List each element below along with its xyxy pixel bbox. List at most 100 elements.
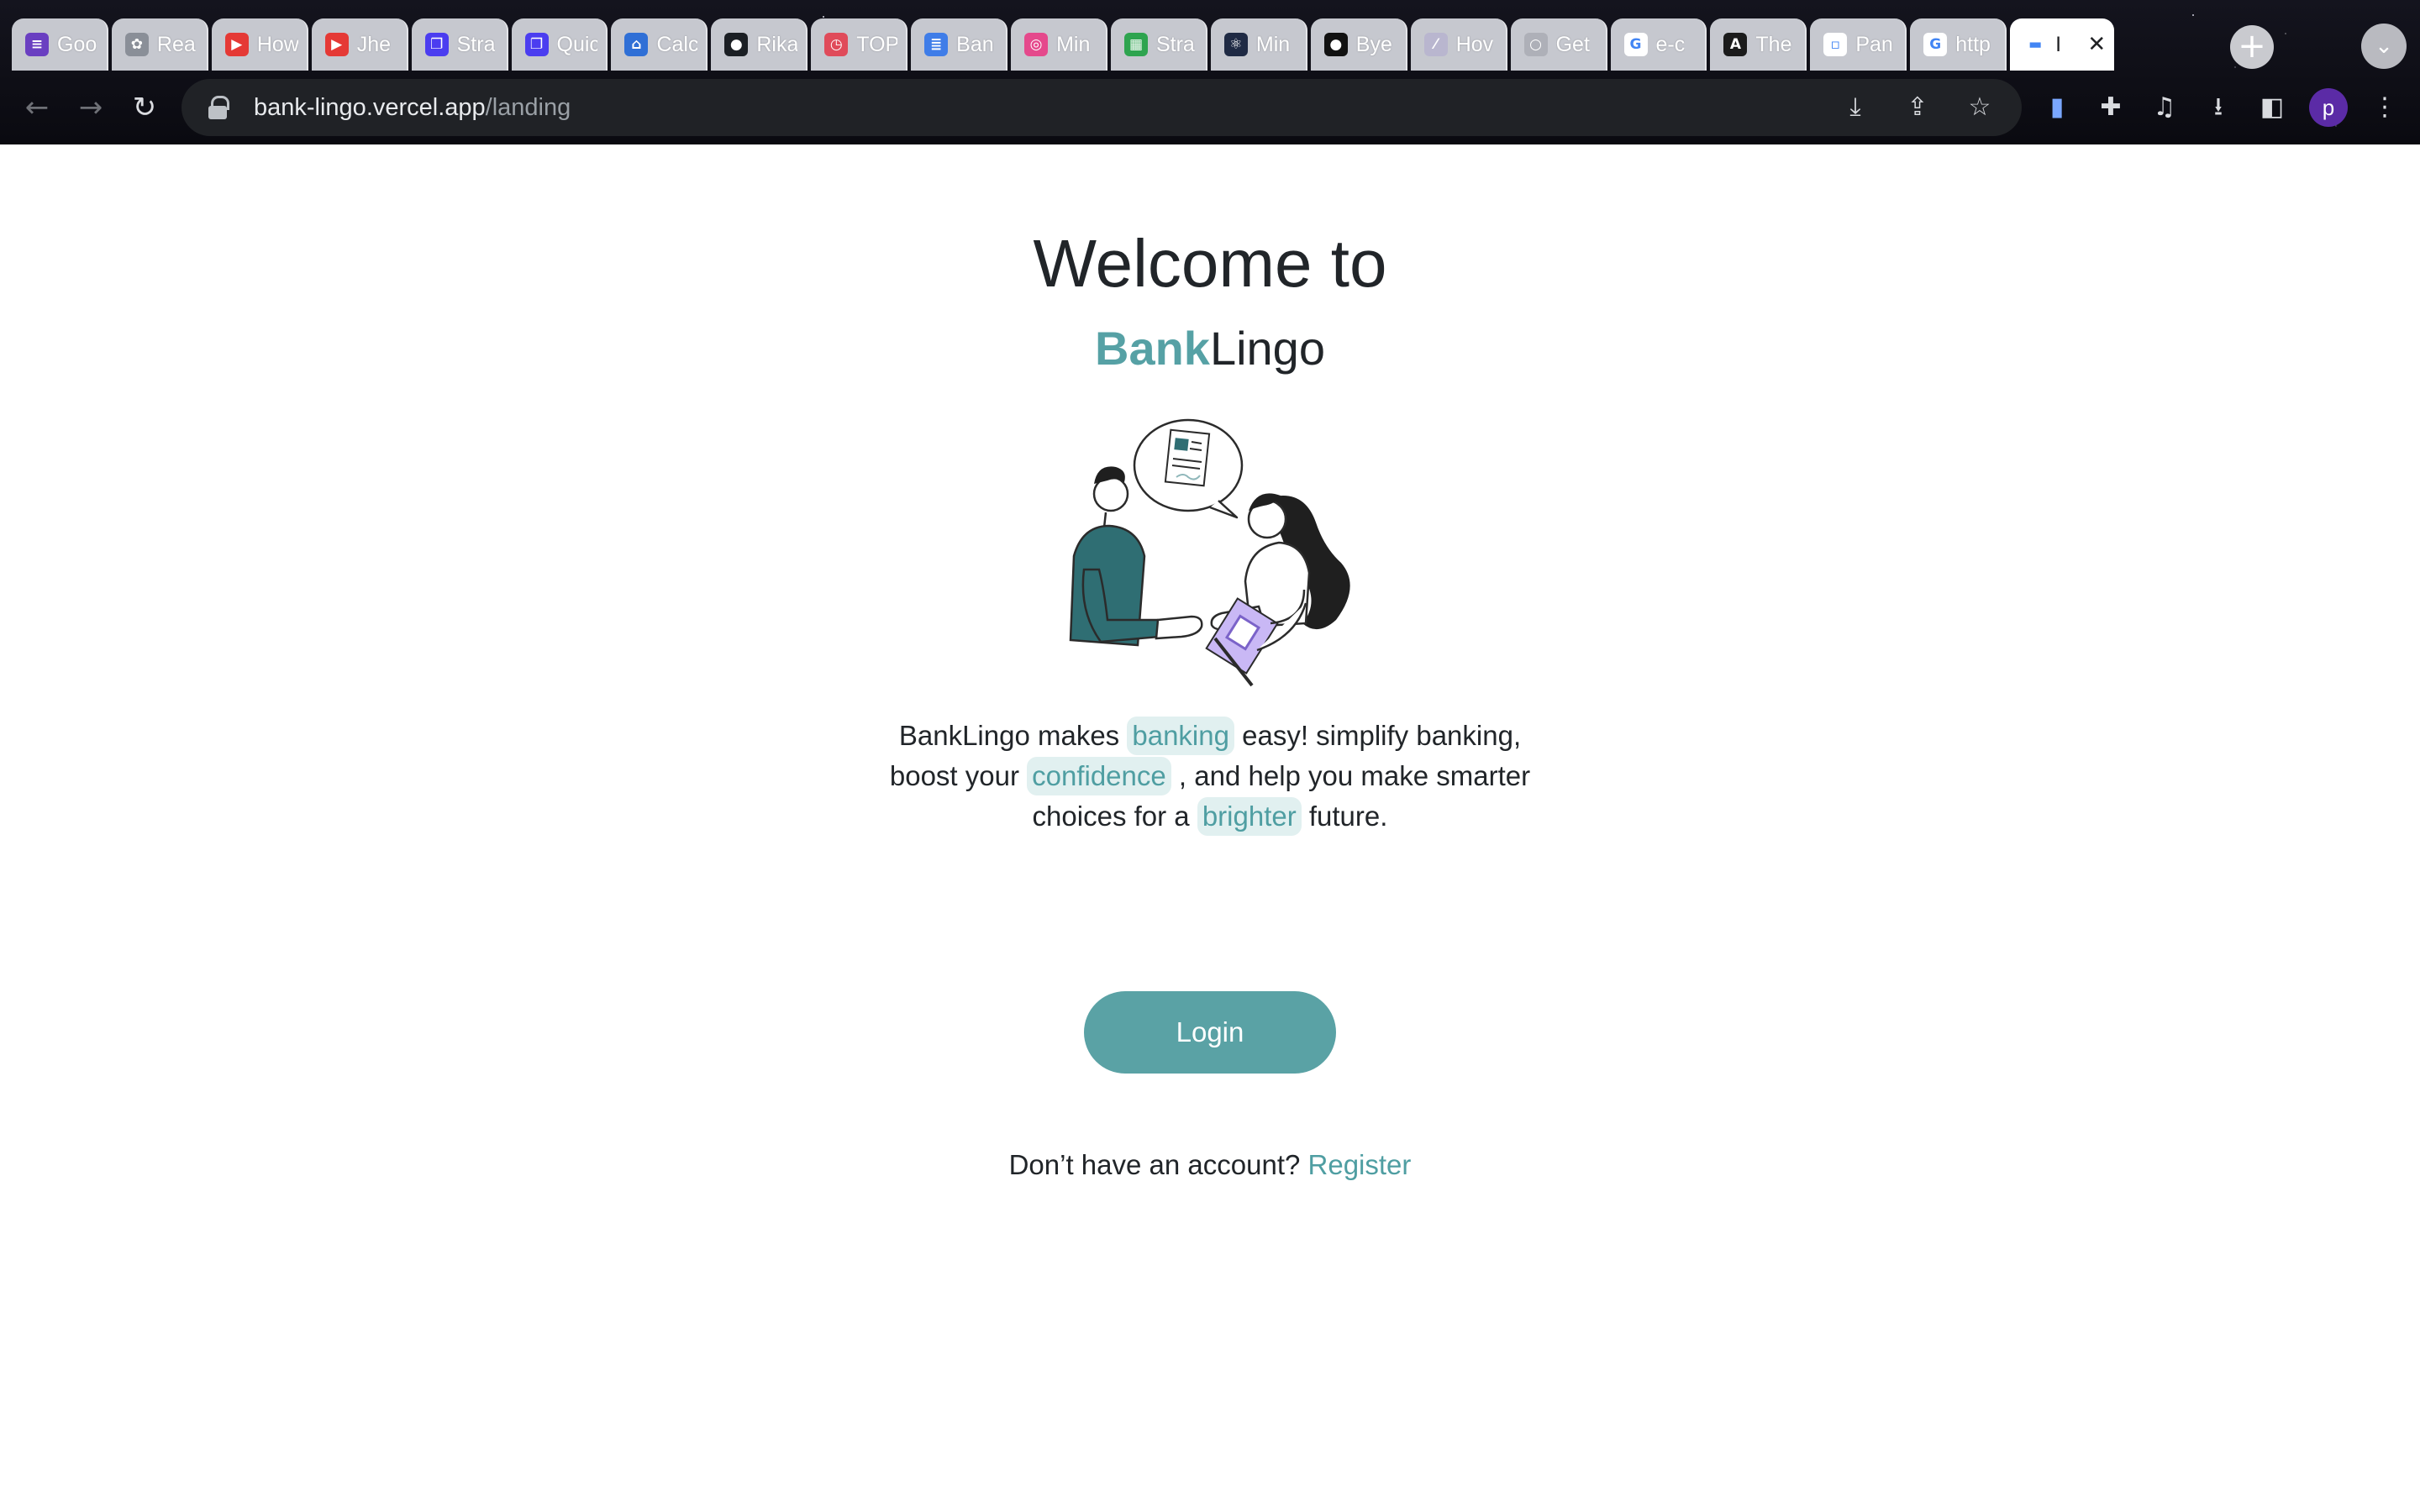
back-icon[interactable]: ← bbox=[18, 89, 55, 126]
tab-title: Bye bbox=[1355, 32, 1392, 56]
install-app-icon[interactable]: ⤓ bbox=[1839, 91, 1872, 124]
brand-bank-text: Bank bbox=[1095, 322, 1210, 375]
tab-title: e-c bbox=[1655, 32, 1686, 56]
browser-tab[interactable]: ❐ Stra bbox=[411, 18, 508, 71]
browser-tab[interactable]: ✿ Rea bbox=[111, 18, 208, 71]
login-button[interactable]: Login bbox=[1084, 991, 1336, 1074]
browser-tab[interactable]: Ghttp bbox=[1910, 18, 2007, 71]
welcome-heading: Welcome to bbox=[1033, 226, 1387, 301]
brand-lingo-text: Lingo bbox=[1209, 322, 1325, 375]
browser-tab[interactable]: ▦ Stra bbox=[1110, 18, 1207, 71]
browser-tab[interactable]: ▬ I ✕ bbox=[2010, 18, 2115, 71]
tab-strip: ≡ Goo ✿ Rea ▶ How ▶ Jhe ❐ Stra ❐ Quic ⌂ Calc ● Rika ◷ TOP… bbox=[12, 18, 2115, 71]
profile-avatar[interactable]: p bbox=[2309, 88, 2348, 127]
url-path: /landing bbox=[485, 93, 571, 121]
close-tab-icon[interactable]: ✕ bbox=[2087, 32, 2106, 57]
side-panel-icon[interactable]: ◧ bbox=[2255, 91, 2289, 124]
new-tab-button[interactable]: + bbox=[2230, 25, 2274, 69]
tab-title: Calc bbox=[656, 32, 698, 56]
omnibox-actions: ⤓ ⇪ ☆ bbox=[1839, 79, 1996, 136]
browser-tab[interactable]: ◷ TOP bbox=[811, 18, 908, 71]
tab-title: How bbox=[256, 32, 298, 56]
browser-tab[interactable]: ○ Get bbox=[1510, 18, 1607, 71]
app-icon: ❐ bbox=[424, 33, 449, 56]
tagline-part: BankLingo makes bbox=[898, 720, 1128, 751]
forward-icon[interactable]: → bbox=[72, 89, 109, 126]
google-forms-icon: ≡ bbox=[25, 33, 49, 56]
media-control-icon[interactable]: ♫ bbox=[2148, 91, 2181, 124]
register-link[interactable]: Register bbox=[1308, 1149, 1412, 1180]
youtube-icon: ▶ bbox=[324, 33, 349, 56]
browser-tab[interactable]: Ge-c bbox=[1610, 18, 1707, 71]
openai-icon: ✿ bbox=[124, 33, 149, 56]
google-icon: G bbox=[1623, 33, 1648, 56]
register-prompt-text: Don’t have an account? bbox=[1008, 1149, 1308, 1180]
sheets-icon: ▦ bbox=[1123, 33, 1148, 56]
google-docs-icon: ≣ bbox=[924, 33, 949, 56]
browser-tab[interactable]: ⚛ Min bbox=[1210, 18, 1307, 71]
reload-icon[interactable]: ↻ bbox=[126, 89, 163, 126]
tab-title: Get bbox=[1555, 32, 1590, 56]
tab-title: Quic bbox=[556, 32, 598, 56]
tab-title: Goo bbox=[57, 32, 97, 56]
browser-tab[interactable]: ● Bye bbox=[1310, 18, 1407, 71]
register-prompt: Don’t have an account? Register bbox=[0, 1149, 2420, 1181]
generic-page-icon: ▫ bbox=[1823, 33, 1848, 56]
lock-icon bbox=[207, 96, 229, 119]
highlight-confidence: confidence bbox=[1027, 757, 1171, 795]
brand-logo: BankLingo bbox=[0, 321, 2420, 375]
tab-title: Stra bbox=[1155, 32, 1195, 56]
google-icon: G bbox=[1923, 33, 1948, 56]
url-host: bank-lingo.vercel.app bbox=[254, 93, 486, 121]
tab-title: Min bbox=[1255, 32, 1291, 56]
youtube-icon: ▶ bbox=[224, 33, 249, 56]
tab-title: Jhe bbox=[356, 32, 392, 56]
tagline-part: future. bbox=[1301, 801, 1388, 832]
menu-kebab-icon[interactable]: ⋮ bbox=[2368, 91, 2402, 124]
extension-icon[interactable]: ▮ bbox=[2040, 91, 2074, 124]
github-icon: ● bbox=[724, 33, 749, 56]
browser-tab[interactable]: ● Rika bbox=[711, 18, 808, 71]
tab-title: Ban bbox=[956, 32, 994, 56]
generic-page-icon: ⁄ bbox=[1423, 33, 1448, 56]
app-icon: ❐ bbox=[524, 33, 549, 56]
browser-tab[interactable]: ⁄ Hov bbox=[1410, 18, 1507, 71]
tab-title: The bbox=[1755, 32, 1792, 56]
browser-tab[interactable]: ◎ Min bbox=[1011, 18, 1107, 71]
browser-tab[interactable]: ▫ Pan bbox=[1810, 18, 1907, 71]
browser-tab[interactable]: ≡ Goo bbox=[12, 18, 108, 71]
tab-title: Stra bbox=[456, 32, 496, 56]
tab-title: TOP bbox=[856, 32, 898, 56]
extensions-area: ▮ ✚ ♫ ⭳ ◧ p ⋮ bbox=[2040, 86, 2402, 129]
bookmark-star-icon[interactable]: ☆ bbox=[1963, 91, 1996, 124]
dribbble-icon: ◎ bbox=[1024, 33, 1049, 56]
tab-title: http bbox=[1955, 32, 1991, 56]
tab-title: Rea bbox=[156, 32, 196, 56]
tab-search-button[interactable]: ⌄ bbox=[2361, 24, 2407, 69]
puzzle-extensions-icon[interactable]: ✚ bbox=[2094, 91, 2128, 124]
tagline: BankLingo makes banking easy! simplify b… bbox=[874, 716, 1546, 837]
tab-title: Min bbox=[1056, 32, 1091, 56]
browser-tab[interactable]: ▶ Jhe bbox=[311, 18, 408, 71]
downloads-icon[interactable]: ⭳ bbox=[2202, 91, 2235, 124]
browser-tab[interactable]: ≣ Ban bbox=[911, 18, 1008, 71]
tab-title: Rika bbox=[756, 32, 798, 56]
share-icon[interactable]: ⇪ bbox=[1901, 91, 1934, 124]
browser-tab[interactable]: ❐ Quic bbox=[511, 18, 608, 71]
browser-tab[interactable]: ▶ How bbox=[211, 18, 308, 71]
address-bar[interactable]: bank-lingo.vercel.app/landing ⤓ ⇪ ☆ bbox=[182, 79, 2022, 136]
bank-lingo-icon: ▬ bbox=[2023, 33, 2048, 56]
browser-chrome: ≡ Goo ✿ Rea ▶ How ▶ Jhe ❐ Stra ❐ Quic ⌂ Calc ● Rika ◷ TOP… bbox=[0, 0, 2420, 144]
react-icon: ⚛ bbox=[1223, 33, 1248, 56]
medium-icon: ● bbox=[1323, 33, 1348, 56]
browser-tab[interactable]: A The bbox=[1710, 18, 1807, 71]
generic-page-icon: ○ bbox=[1523, 33, 1548, 56]
tab-title: Pan bbox=[1855, 32, 1893, 56]
browser-tab[interactable]: ⌂ Calc bbox=[611, 18, 708, 71]
browser-toolbar: ← → ↻ bank-lingo.vercel.app/landing ⤓ ⇪ … bbox=[0, 71, 2420, 144]
tab-title: Hov bbox=[1455, 32, 1494, 56]
tab-title: I bbox=[2055, 32, 2062, 56]
landing-page: Welcome to BankLingo BankLingo makes ban… bbox=[0, 144, 2420, 1512]
highlight-brighter: brighter bbox=[1197, 797, 1302, 836]
calculator-icon: ⌂ bbox=[624, 33, 649, 56]
